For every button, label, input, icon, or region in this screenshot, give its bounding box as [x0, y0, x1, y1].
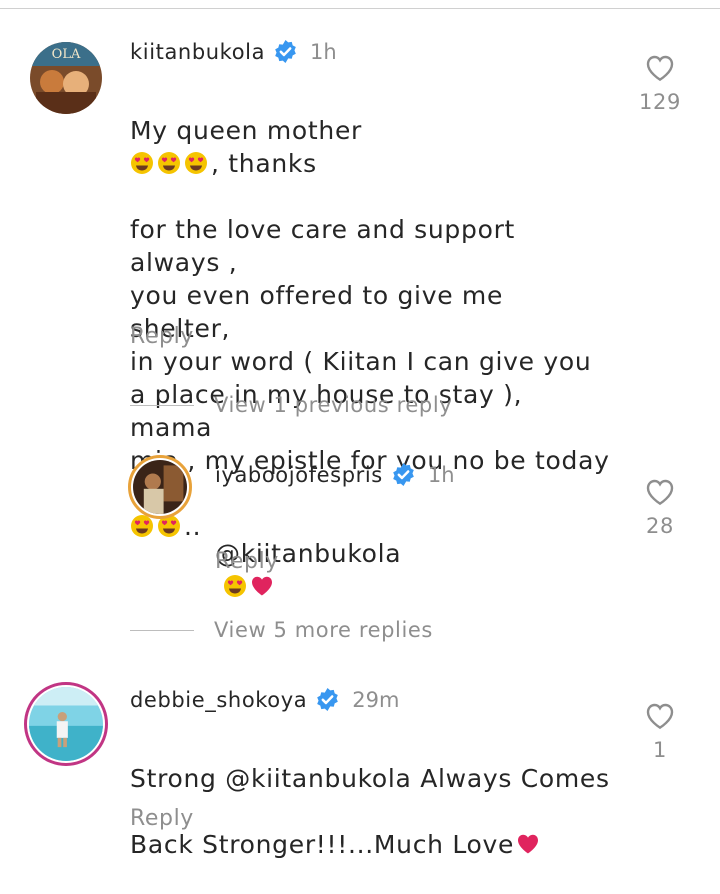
view-previous-replies[interactable]: View 1 previous reply: [130, 393, 452, 417]
divider-line: [130, 629, 194, 631]
timestamp: 1h: [427, 462, 455, 487]
like-count: 28: [646, 514, 674, 538]
like-control: 129: [635, 52, 685, 114]
comment-text-tail: ..: [184, 512, 202, 541]
divider-line: [130, 404, 194, 406]
comment-text-before: Strong: [130, 764, 226, 793]
heart-eyes-emoji: [185, 152, 207, 174]
like-count: 129: [639, 90, 681, 114]
heart-eyes-emoji: [158, 152, 180, 174]
avatar-ola-label: OLA: [52, 47, 81, 62]
reply-button[interactable]: Reply: [130, 324, 194, 349]
comment-text-line1-after: , thanks: [211, 149, 317, 178]
timestamp: 1h: [310, 39, 337, 64]
heart-outline-icon[interactable]: [644, 700, 676, 730]
view-more-replies[interactable]: View 5 more replies: [130, 618, 433, 642]
comment-header: iyaboojofespris 1h: [215, 462, 455, 487]
avatar-iyaboojofespris[interactable]: [128, 455, 192, 519]
timestamp: 29m: [352, 687, 400, 712]
comment-header: debbie_shokoya 29m: [130, 687, 399, 712]
heart-outline-icon[interactable]: [644, 476, 676, 506]
mention-link[interactable]: @kiitanbukola: [225, 764, 411, 793]
username[interactable]: iyaboojofespris: [215, 463, 383, 487]
red-heart-emoji: [252, 576, 272, 596]
verified-badge-icon: [317, 688, 339, 711]
comment-text: My queen mother , thanks for the love ca…: [130, 81, 610, 576]
like-count: 1: [653, 738, 667, 762]
heart-outline-icon[interactable]: [644, 52, 676, 82]
heart-eyes-emoji: [131, 152, 153, 174]
avatar-kiitanbukola[interactable]: OLA: [30, 42, 102, 114]
verified-badge-icon: [275, 40, 296, 63]
verified-badge-icon: [393, 463, 414, 486]
reply-button[interactable]: Reply: [215, 549, 279, 574]
comment-text-line2: Back Stronger!!!...Much Love: [130, 830, 515, 859]
reply-button[interactable]: Reply: [130, 806, 194, 831]
comment-text: Strong @kiitanbukola Always Comes Back S…: [130, 729, 610, 894]
view-more-label: View 5 more replies: [214, 618, 433, 642]
view-previous-label: View 1 previous reply: [214, 393, 453, 417]
like-control: 28: [635, 476, 685, 538]
avatar-debbie-shokoya[interactable]: [24, 682, 108, 766]
comment-header: kiitanbukola 1h: [130, 39, 337, 64]
username[interactable]: debbie_shokoya: [130, 688, 307, 712]
like-control: 1: [635, 700, 685, 762]
comment-text-line1: My queen mother: [130, 116, 363, 145]
comment-text-body: for the love care and support always , y…: [130, 215, 610, 475]
comment-text-after: Always Comes: [411, 764, 610, 793]
heart-eyes-emoji: [224, 575, 246, 597]
username[interactable]: kiitanbukola: [130, 40, 265, 64]
top-divider: [0, 8, 720, 9]
red-heart-emoji: [518, 834, 539, 854]
